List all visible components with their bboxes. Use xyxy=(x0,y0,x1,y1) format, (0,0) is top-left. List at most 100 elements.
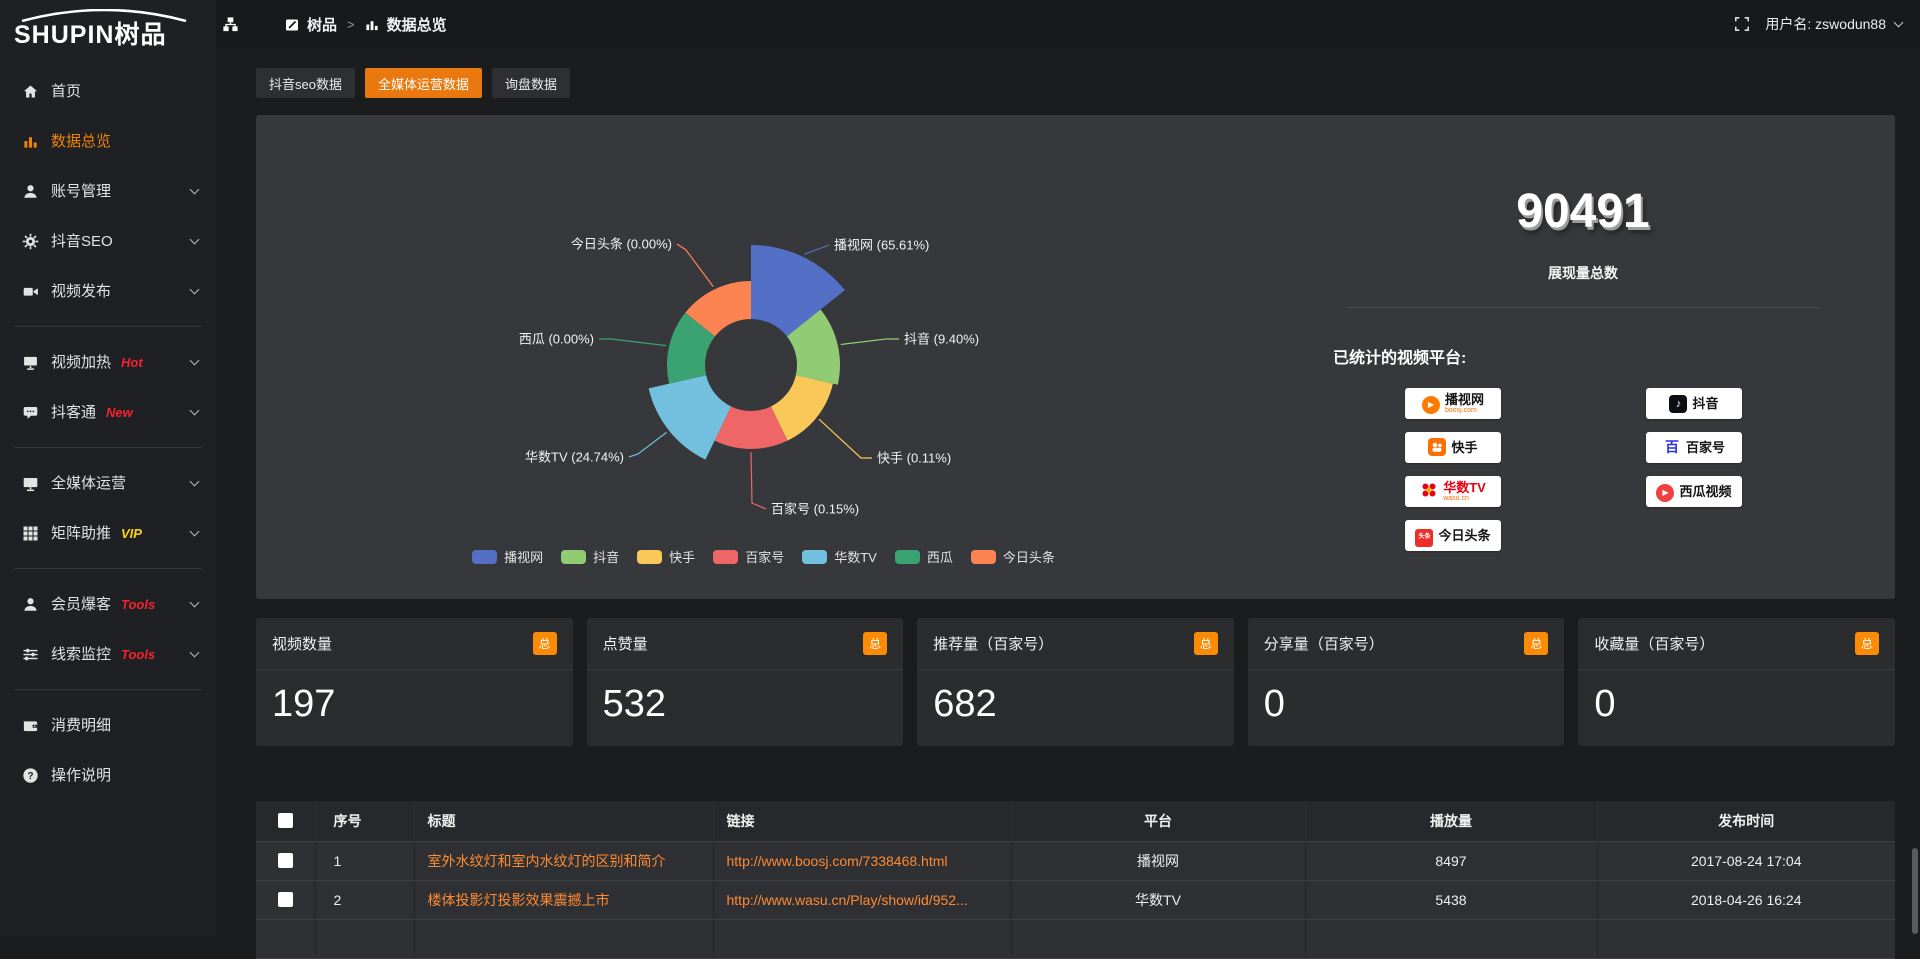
row-index: 1 xyxy=(315,841,414,880)
question-icon: ? xyxy=(22,767,39,784)
sidebar-item-label: 操作说明 xyxy=(51,768,111,783)
pie-slice-5[interactable] xyxy=(649,375,731,459)
xigua-icon: ▶ xyxy=(1656,482,1674,502)
sidebar-item-tag: Hot xyxy=(121,355,143,370)
row-checkbox[interactable] xyxy=(278,853,293,868)
platform-name: 百家号 xyxy=(1686,441,1725,454)
sidebar-item-chat[interactable]: 抖客通New xyxy=(0,387,216,437)
sidebar-item-heat[interactable]: 视频加热Hot xyxy=(0,337,216,387)
legend-item-5[interactable]: 华数TV xyxy=(802,547,877,566)
sidebar-item-user[interactable]: 账号管理 xyxy=(0,166,216,216)
row-checkbox[interactable] xyxy=(278,892,293,907)
chevron-down-icon xyxy=(190,597,200,607)
total-badge[interactable]: 总 xyxy=(1194,632,1218,655)
video-url-link[interactable]: http://www.wasu.cn/Play/show/id/952... xyxy=(727,892,968,908)
data-tabs: 抖音seo数据全媒体运营数据询盘数据 xyxy=(256,68,1895,98)
col-plays: 播放量 xyxy=(1305,801,1597,841)
stat-card-5: 收藏量（百家号）总0 xyxy=(1578,618,1895,746)
select-all-cell xyxy=(256,801,315,841)
stat-card-header: 视频数量总 xyxy=(256,618,573,670)
logo[interactable]: SHUPIN树品 xyxy=(0,0,216,64)
pie-label-line xyxy=(629,432,667,457)
stat-card-title: 分享量（百家号） xyxy=(1264,633,1384,654)
pie-slice-1[interactable] xyxy=(751,245,845,336)
table-row: 2楼体投影灯投影效果震撼上市http://www.wasu.cn/Play/sh… xyxy=(256,880,1895,919)
total-impressions-label: 展现量总数 xyxy=(1271,263,1895,283)
metric-divider xyxy=(1346,307,1820,308)
total-badge[interactable]: 总 xyxy=(863,632,887,655)
video-url-link[interactable]: http://www.boosj.com/7338468.html xyxy=(727,853,948,869)
legend-item-1[interactable]: 播视网 xyxy=(472,547,543,566)
chevron-down-icon xyxy=(190,234,200,244)
legend-item-3[interactable]: 快手 xyxy=(637,547,695,566)
row-checkbox-cell xyxy=(256,841,315,880)
table-header-row: 序号标题链接平台播放量发布时间 xyxy=(256,801,1895,841)
total-badge[interactable]: 总 xyxy=(1855,632,1879,655)
page-scrollbar[interactable] xyxy=(1912,848,1918,934)
fullscreen-icon[interactable] xyxy=(1734,16,1750,32)
stat-card-title: 推荐量（百家号） xyxy=(933,633,1053,654)
pie-label-line xyxy=(804,245,829,254)
sidebar-item-monitor[interactable]: 全媒体运营 xyxy=(0,458,216,508)
sidebar-item-grid[interactable]: 矩阵助推VIP xyxy=(0,508,216,558)
legend-item-6[interactable]: 西瓜 xyxy=(895,547,953,566)
pie-chart-svg: 播视网 (65.61%)抖音 (9.40%)快手 (0.11%)百家号 (0.1… xyxy=(256,115,1271,599)
sidebar-item-publish[interactable]: 视频发布 xyxy=(0,266,216,316)
sidebar-item-label: 视频发布 xyxy=(51,284,111,299)
platform-badge-boosj[interactable]: ▶播视网boosj.com xyxy=(1405,388,1501,419)
username[interactable]: 用户名: zswodun88 xyxy=(1765,14,1886,34)
chevron-down-icon xyxy=(190,284,200,294)
legend-item-2[interactable]: 抖音 xyxy=(561,547,619,566)
tab-1[interactable]: 抖音seo数据 xyxy=(256,68,355,98)
legend-item-4[interactable]: 百家号 xyxy=(713,547,784,566)
home-icon xyxy=(22,83,39,100)
sidebar-item-home[interactable]: 首页 xyxy=(0,66,216,116)
tab-2[interactable]: 全媒体运营数据 xyxy=(365,68,482,98)
wallet-icon xyxy=(22,717,39,734)
row-platform: 华数TV xyxy=(1011,880,1305,919)
total-badge[interactable]: 总 xyxy=(1524,632,1548,655)
sidebar-item-wallet[interactable]: 消费明细 xyxy=(0,700,216,750)
select-all-checkbox[interactable] xyxy=(278,813,293,828)
sidebar-item-tag: Tools xyxy=(121,597,155,612)
wasu-icon xyxy=(1420,481,1438,503)
stat-card-2: 点赞量总532 xyxy=(587,618,904,746)
sidebar-item-question[interactable]: ? 操作说明 xyxy=(0,750,216,800)
sidebar: SHUPIN树品 首页数据总览账号管理抖音SEO 视频发布视频加热Hot抖客通Ne… xyxy=(0,0,216,936)
platform-badge-baijia[interactable]: 百百家号 xyxy=(1646,432,1742,463)
legend-swatch xyxy=(637,550,662,564)
video-title-link[interactable]: 室外水纹灯和室内水纹灯的区别和简介 xyxy=(428,853,666,869)
pie-label-line xyxy=(599,339,666,346)
platform-column-1: ▶播视网boosj.com 快手华数TVwasu.cn 头条今日头条 xyxy=(1405,388,1501,551)
col-platform: 平台 xyxy=(1011,801,1305,841)
platform-badge-douyin[interactable]: ♪抖音 xyxy=(1646,388,1742,419)
sidebar-item-gear[interactable]: 抖音SEO xyxy=(0,216,216,266)
platform-column-2: ♪抖音百百家号 ▶西瓜视频 xyxy=(1646,388,1742,551)
grid-icon xyxy=(22,525,39,542)
sidebar-item-bars[interactable]: 数据总览 xyxy=(0,116,216,166)
video-title-link[interactable]: 楼体投影灯投影效果震撼上市 xyxy=(428,892,610,908)
platform-badge-wasu[interactable]: 华数TVwasu.cn xyxy=(1405,476,1501,507)
breadcrumb-home[interactable]: 树品 xyxy=(307,14,337,35)
stat-card-value: 0 xyxy=(1578,670,1895,739)
sidebar-item-sliders[interactable]: 线索监控Tools xyxy=(0,629,216,679)
tab-3[interactable]: 询盘数据 xyxy=(492,68,570,98)
rose-chart: 播视网 (65.61%)抖音 (9.40%)快手 (0.11%)百家号 (0.1… xyxy=(256,115,1271,599)
breadcrumb-current[interactable]: 数据总览 xyxy=(387,14,447,35)
chevron-down-icon xyxy=(190,355,200,365)
pie-label: 百家号 (0.15%) xyxy=(771,502,859,517)
total-badge[interactable]: 总 xyxy=(533,632,557,655)
member-icon xyxy=(22,596,39,613)
platform-badge-toutiao[interactable]: 头条今日头条 xyxy=(1405,520,1501,551)
content: 抖音seo数据全媒体运营数据询盘数据 播视网 (65.61%)抖音 (9.40%… xyxy=(216,48,1920,936)
pie-label: 华数TV (24.74%) xyxy=(525,450,624,465)
sitemap-icon[interactable] xyxy=(222,16,239,33)
svg-text:?: ? xyxy=(27,770,33,781)
breadcrumb: 树品 > 数据总览 xyxy=(285,14,447,35)
pie-label: 西瓜 (0.00%) xyxy=(519,332,594,347)
row-platform: 播视网 xyxy=(1011,841,1305,880)
sidebar-item-member[interactable]: 会员爆客Tools xyxy=(0,579,216,629)
platform-badge-kuaishou[interactable]: 快手 xyxy=(1405,432,1501,463)
platform-badge-xigua[interactable]: ▶西瓜视频 xyxy=(1646,476,1742,507)
legend-item-7[interactable]: 今日头条 xyxy=(971,547,1055,566)
